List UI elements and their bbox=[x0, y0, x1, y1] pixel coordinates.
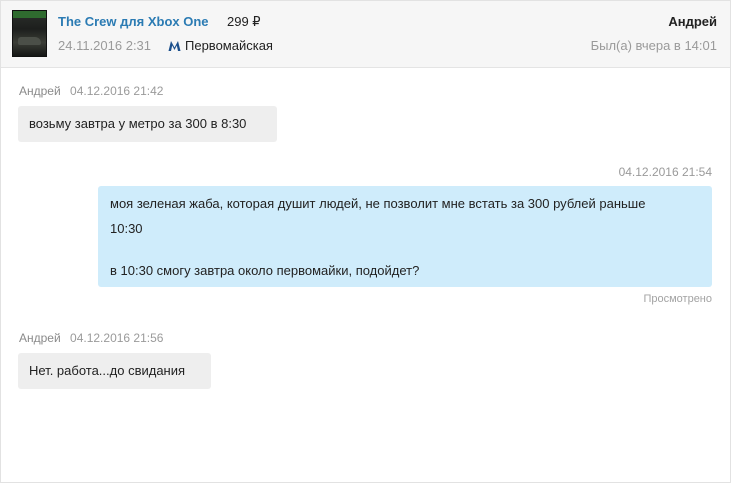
message-text-line: моя зеленая жаба, которая душит людей, н… bbox=[110, 196, 646, 211]
message-bubble-incoming: Нет. работа...до свидания bbox=[18, 353, 211, 389]
user-last-seen: Был(а) вчера в 14:01 bbox=[590, 38, 717, 53]
user-name[interactable]: Андрей bbox=[668, 14, 717, 29]
message-time: 04.12.2016 21:56 bbox=[70, 331, 164, 345]
message-time: 04.12.2016 21:42 bbox=[70, 84, 164, 98]
ad-date: 24.11.2016 2:31 bbox=[58, 38, 152, 53]
message-text-line: 10:30 bbox=[110, 221, 143, 236]
game-cover-thumbnail[interactable] bbox=[12, 10, 47, 57]
message-time: 04.12.2016 21:54 bbox=[618, 165, 712, 179]
message-author: Андрей bbox=[19, 331, 61, 345]
message-text: Нет. работа...до свидания bbox=[29, 363, 186, 378]
message-bubble-incoming: возьму завтра у метро за 300 в 8:30 bbox=[18, 106, 277, 142]
metro-station-name: Первомайская bbox=[185, 38, 273, 53]
cover-band bbox=[13, 11, 46, 18]
read-status: Просмотрено bbox=[643, 293, 712, 305]
ad-title-link[interactable]: The Crew для Xbox One bbox=[58, 14, 209, 29]
metro-location: Первомайская bbox=[168, 38, 273, 53]
metro-m-icon bbox=[168, 40, 181, 51]
ad-price: 299 ₽ bbox=[227, 14, 261, 29]
message-meta: Андрей 04.12.2016 21:56 bbox=[19, 331, 163, 345]
message-text-line: в 10:30 смогу завтра около первомайки, п… bbox=[110, 263, 420, 278]
message-blank-line bbox=[110, 242, 700, 258]
message-meta: 04.12.2016 21:54 bbox=[619, 165, 712, 179]
message-bubble-outgoing: моя зеленая жаба, которая душит людей, н… bbox=[98, 186, 712, 287]
conversation-header: The Crew для Xbox One 299 ₽ 24.11.2016 2… bbox=[1, 1, 730, 68]
message-text: возьму завтра у метро за 300 в 8:30 bbox=[29, 116, 247, 131]
message-meta: Андрей 04.12.2016 21:42 bbox=[19, 84, 163, 98]
cover-car-shape bbox=[18, 37, 41, 45]
message-author: Андрей bbox=[19, 84, 61, 98]
